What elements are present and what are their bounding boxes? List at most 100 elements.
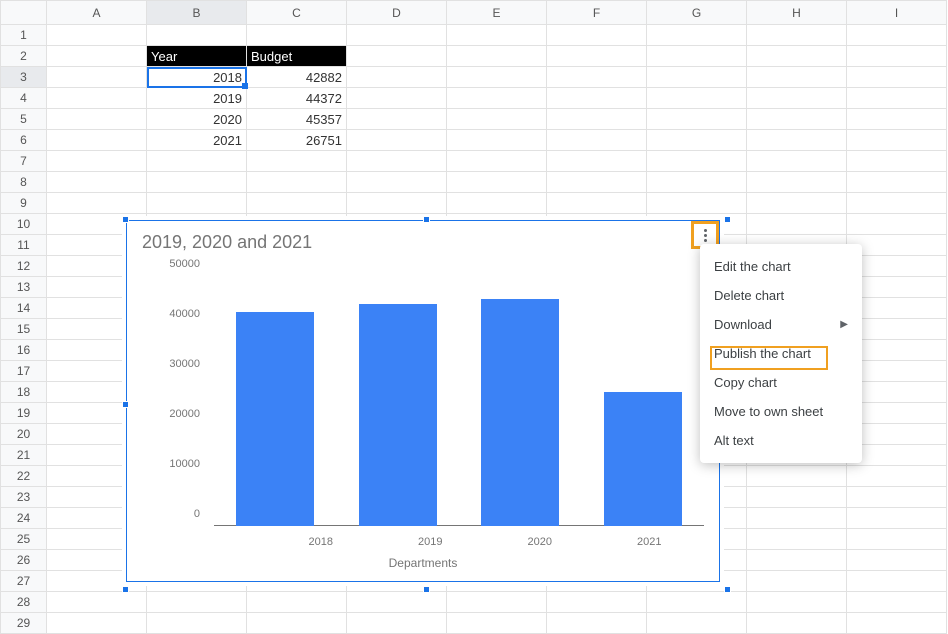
- cell-H24[interactable]: [747, 508, 847, 529]
- cell-A2[interactable]: [47, 46, 147, 67]
- cell-C28[interactable]: [247, 592, 347, 613]
- chart-menu-button[interactable]: [694, 224, 716, 246]
- cell-G1[interactable]: [647, 25, 747, 46]
- cell-C1[interactable]: [247, 25, 347, 46]
- cell-H26[interactable]: [747, 550, 847, 571]
- col-header-D[interactable]: D: [347, 1, 447, 25]
- cell-A29[interactable]: [47, 613, 147, 634]
- cell-I26[interactable]: [847, 550, 947, 571]
- cell-I25[interactable]: [847, 529, 947, 550]
- row-header-1[interactable]: 1: [1, 25, 47, 46]
- cell-B6[interactable]: 2021: [147, 130, 247, 151]
- chart-resize-handle[interactable]: [423, 586, 430, 593]
- cell-I5[interactable]: [847, 109, 947, 130]
- cell-C5[interactable]: 45357: [247, 109, 347, 130]
- cell-F6[interactable]: [547, 130, 647, 151]
- cell-G7[interactable]: [647, 151, 747, 172]
- row-header-21[interactable]: 21: [1, 445, 47, 466]
- cell-D7[interactable]: [347, 151, 447, 172]
- cell-E5[interactable]: [447, 109, 547, 130]
- row-header-6[interactable]: 6: [1, 130, 47, 151]
- cell-E1[interactable]: [447, 25, 547, 46]
- cell-D4[interactable]: [347, 88, 447, 109]
- cell-F7[interactable]: [547, 151, 647, 172]
- row-header-27[interactable]: 27: [1, 571, 47, 592]
- row-header-10[interactable]: 10: [1, 214, 47, 235]
- cell-H7[interactable]: [747, 151, 847, 172]
- cell-A9[interactable]: [47, 193, 147, 214]
- cell-I22[interactable]: [847, 466, 947, 487]
- cell-E3[interactable]: [447, 67, 547, 88]
- cell-A1[interactable]: [47, 25, 147, 46]
- cell-H5[interactable]: [747, 109, 847, 130]
- cell-H22[interactable]: [747, 466, 847, 487]
- cell-B5[interactable]: 2020: [147, 109, 247, 130]
- cell-A28[interactable]: [47, 592, 147, 613]
- cell-I4[interactable]: [847, 88, 947, 109]
- cell-D29[interactable]: [347, 613, 447, 634]
- cell-D1[interactable]: [347, 25, 447, 46]
- cell-A3[interactable]: [47, 67, 147, 88]
- cell-B2[interactable]: Year: [147, 46, 247, 67]
- cell-I27[interactable]: [847, 571, 947, 592]
- cell-E2[interactable]: [447, 46, 547, 67]
- cell-F29[interactable]: [547, 613, 647, 634]
- row-header-18[interactable]: 18: [1, 382, 47, 403]
- row-header-8[interactable]: 8: [1, 172, 47, 193]
- col-header-A[interactable]: A: [47, 1, 147, 25]
- cell-F1[interactable]: [547, 25, 647, 46]
- cell-C29[interactable]: [247, 613, 347, 634]
- col-header-B[interactable]: B: [147, 1, 247, 25]
- cell-D5[interactable]: [347, 109, 447, 130]
- cell-A6[interactable]: [47, 130, 147, 151]
- cell-E29[interactable]: [447, 613, 547, 634]
- chart-resize-handle[interactable]: [423, 216, 430, 223]
- corner-cell[interactable]: [1, 1, 47, 25]
- menu-item-copy-chart[interactable]: Copy chart: [700, 368, 862, 397]
- cell-E7[interactable]: [447, 151, 547, 172]
- cell-H1[interactable]: [747, 25, 847, 46]
- col-header-F[interactable]: F: [547, 1, 647, 25]
- chart-resize-handle[interactable]: [724, 216, 731, 223]
- cell-F28[interactable]: [547, 592, 647, 613]
- chart-resize-handle[interactable]: [122, 216, 129, 223]
- col-header-C[interactable]: C: [247, 1, 347, 25]
- cell-B8[interactable]: [147, 172, 247, 193]
- bar-2020[interactable]: [481, 299, 559, 526]
- cell-G6[interactable]: [647, 130, 747, 151]
- cell-I29[interactable]: [847, 613, 947, 634]
- row-header-11[interactable]: 11: [1, 235, 47, 256]
- chart-resize-handle[interactable]: [724, 586, 731, 593]
- row-header-2[interactable]: 2: [1, 46, 47, 67]
- cell-H4[interactable]: [747, 88, 847, 109]
- cell-G5[interactable]: [647, 109, 747, 130]
- cell-H2[interactable]: [747, 46, 847, 67]
- col-header-E[interactable]: E: [447, 1, 547, 25]
- row-header-14[interactable]: 14: [1, 298, 47, 319]
- cell-I2[interactable]: [847, 46, 947, 67]
- cell-B1[interactable]: [147, 25, 247, 46]
- cell-A5[interactable]: [47, 109, 147, 130]
- cell-I9[interactable]: [847, 193, 947, 214]
- menu-item-move-to-own-sheet[interactable]: Move to own sheet: [700, 397, 862, 426]
- cell-G8[interactable]: [647, 172, 747, 193]
- row-header-3[interactable]: 3: [1, 67, 47, 88]
- cell-C3[interactable]: 42882: [247, 67, 347, 88]
- cell-I3[interactable]: [847, 67, 947, 88]
- cell-A4[interactable]: [47, 88, 147, 109]
- cell-B28[interactable]: [147, 592, 247, 613]
- chart-container[interactable]: 2019, 2020 and 2021 01000020000300004000…: [122, 216, 724, 586]
- cell-F5[interactable]: [547, 109, 647, 130]
- cell-H3[interactable]: [747, 67, 847, 88]
- cell-D8[interactable]: [347, 172, 447, 193]
- cell-B7[interactable]: [147, 151, 247, 172]
- bar-2018[interactable]: [236, 312, 314, 526]
- row-header-5[interactable]: 5: [1, 109, 47, 130]
- cell-I6[interactable]: [847, 130, 947, 151]
- cell-E28[interactable]: [447, 592, 547, 613]
- cell-B29[interactable]: [147, 613, 247, 634]
- cell-B3[interactable]: 2018: [147, 67, 247, 88]
- row-header-29[interactable]: 29: [1, 613, 47, 634]
- cell-H10[interactable]: [747, 214, 847, 235]
- row-header-24[interactable]: 24: [1, 508, 47, 529]
